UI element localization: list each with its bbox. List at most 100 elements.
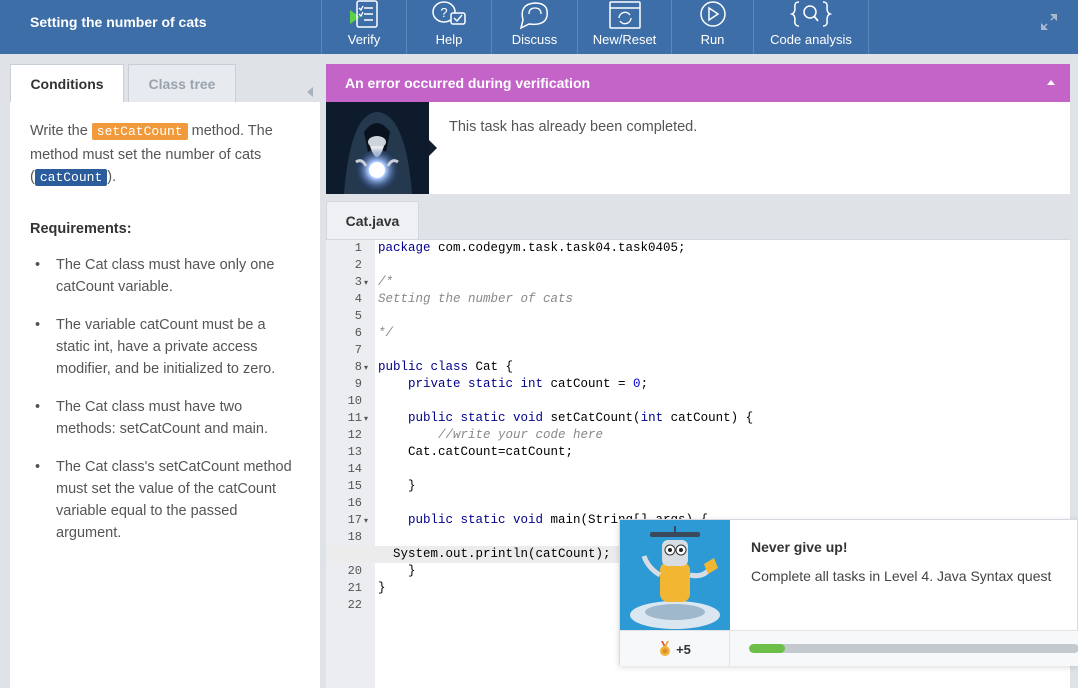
wizard-avatar bbox=[326, 102, 429, 194]
notification-popup[interactable]: Never give up! Complete all tasks in Lev… bbox=[619, 519, 1078, 667]
collapse-panel-icon[interactable] bbox=[307, 87, 313, 97]
svg-text:?: ? bbox=[440, 5, 447, 20]
run-label: Run bbox=[700, 32, 725, 47]
run-icon bbox=[699, 1, 726, 27]
line-number: 17 bbox=[347, 513, 362, 527]
code-token: com.codegym.task.task04.task0405; bbox=[430, 241, 686, 255]
code-line: /* bbox=[378, 275, 394, 289]
task-description: Write the setCatCount method. The method… bbox=[30, 120, 300, 190]
fold-arrow-icon[interactable]: ▾ bbox=[364, 359, 368, 376]
discuss-icon bbox=[519, 2, 548, 30]
code-line: } bbox=[378, 564, 416, 578]
description-text: ). bbox=[107, 169, 117, 185]
code-token: catCount = bbox=[543, 377, 634, 391]
code-token: setCatCount( bbox=[543, 411, 641, 425]
code-token: 0 bbox=[633, 377, 641, 391]
code-line: */ bbox=[378, 326, 394, 340]
error-header[interactable]: An error occurred during verification bbox=[326, 64, 1070, 102]
line-number: 22 bbox=[347, 598, 362, 612]
requirement-item: The variable catCount must be a static i… bbox=[30, 314, 300, 380]
code-token: catCount) { bbox=[663, 411, 754, 425]
error-body: This task has already been completed. bbox=[326, 102, 1070, 194]
notification-title: Never give up! bbox=[751, 539, 848, 555]
fold-arrow-icon[interactable]: ▾ bbox=[364, 512, 368, 529]
app-window: Setting the number of cats Verify ? Help… bbox=[0, 0, 1078, 688]
requirement-item: The Cat class's setCatCount method must … bbox=[30, 456, 300, 544]
quest-progress-fill bbox=[749, 644, 786, 653]
toolbar: Verify ? Help Discuss New/Reset Run Code… bbox=[321, 0, 869, 54]
reward-points: +5 bbox=[676, 641, 691, 657]
line-number: 5 bbox=[354, 309, 362, 323]
code-line: Setting the number of cats bbox=[378, 292, 574, 306]
run-button[interactable]: Run bbox=[672, 0, 754, 54]
line-number: 7 bbox=[354, 343, 362, 357]
line-number-gutter: 1 2 3 4 5 6 7 8 9 10 11 12 13 14 15 16 1… bbox=[326, 240, 375, 688]
variable-name-tag: catCount bbox=[34, 169, 108, 186]
fold-arrow-icon[interactable]: ▾ bbox=[364, 274, 368, 291]
code-token: public class bbox=[378, 360, 469, 374]
line-number: 16 bbox=[347, 496, 362, 510]
line-number: 6 bbox=[354, 326, 362, 340]
line-number: 2 bbox=[354, 258, 362, 272]
code-line: System.out.println(catCount); bbox=[378, 547, 611, 561]
code-line: public static void setCatCount(int catCo… bbox=[378, 410, 753, 427]
line-number: 11 bbox=[347, 411, 362, 425]
reset-icon bbox=[608, 1, 641, 29]
new-reset-label: New/Reset bbox=[592, 32, 657, 47]
tab-conditions[interactable]: Conditions bbox=[10, 64, 124, 102]
left-panel: Conditions Class tree Write the setCatCo… bbox=[0, 54, 321, 688]
line-number: 15 bbox=[347, 479, 362, 493]
tab-class-tree[interactable]: Class tree bbox=[128, 64, 236, 102]
robot-mascot-image bbox=[620, 520, 730, 630]
collapse-caret-icon[interactable] bbox=[1047, 80, 1055, 85]
line-number: 21 bbox=[347, 581, 362, 595]
top-bar: Setting the number of cats Verify ? Help… bbox=[0, 0, 1078, 54]
discuss-button[interactable]: Discuss bbox=[492, 0, 578, 54]
code-token: ; bbox=[640, 377, 649, 391]
code-line: //write your code here bbox=[378, 428, 604, 442]
verify-button[interactable]: Verify bbox=[321, 0, 407, 54]
expand-icon[interactable] bbox=[1040, 13, 1058, 31]
code-line: private static int catCount = 0; bbox=[378, 376, 648, 393]
code-line: } bbox=[378, 581, 386, 595]
requirements-title: Requirements: bbox=[30, 220, 132, 237]
line-number: 4 bbox=[354, 292, 362, 306]
code-token: package bbox=[378, 241, 431, 255]
code-token: public static void bbox=[378, 513, 544, 527]
error-message: This task has already been completed. bbox=[449, 119, 698, 135]
medal-icon bbox=[660, 641, 671, 656]
method-name-tag: setCatCount bbox=[91, 123, 188, 140]
code-line: } bbox=[378, 479, 416, 493]
discuss-label: Discuss bbox=[511, 32, 558, 47]
speech-pointer bbox=[429, 140, 437, 156]
line-number: 8 bbox=[354, 360, 362, 374]
line-number: 9 bbox=[354, 377, 362, 391]
left-tabs: Conditions Class tree bbox=[10, 64, 320, 102]
line-number: 1 bbox=[354, 241, 362, 255]
requirements-list: The Cat class must have only one catCoun… bbox=[30, 254, 300, 544]
description-text: Write the bbox=[30, 123, 92, 139]
line-number: 14 bbox=[347, 462, 362, 476]
conditions-panel: Write the setCatCount method. The method… bbox=[10, 102, 320, 688]
fold-arrow-icon[interactable]: ▾ bbox=[364, 410, 368, 427]
requirement-item: The Cat class must have two methods: set… bbox=[30, 396, 300, 440]
new-reset-button[interactable]: New/Reset bbox=[578, 0, 672, 54]
reward-badge: +5 bbox=[620, 631, 730, 667]
error-title: An error occurred during verification bbox=[345, 75, 591, 91]
code-line: public class Cat { bbox=[378, 359, 513, 376]
notification-footer: +5 bbox=[620, 630, 1078, 667]
quest-progress-bar bbox=[749, 644, 1078, 653]
code-token: private static int bbox=[378, 377, 544, 391]
verify-icon bbox=[350, 0, 378, 28]
notification-text: Complete all tasks in Level 4. Java Synt… bbox=[751, 568, 1052, 584]
verify-label: Verify bbox=[347, 32, 381, 47]
help-label: Help bbox=[435, 32, 463, 47]
requirement-item: The Cat class must have only one catCoun… bbox=[30, 254, 300, 298]
code-token: int bbox=[640, 411, 664, 425]
line-number: 3 bbox=[354, 275, 362, 289]
line-number: 12 bbox=[347, 428, 362, 442]
line-number: 13 bbox=[347, 445, 362, 459]
help-button[interactable]: ? Help bbox=[407, 0, 492, 54]
tab-cat-java[interactable]: Cat.java bbox=[326, 201, 419, 239]
code-analysis-button[interactable]: Code analysis bbox=[754, 0, 869, 54]
